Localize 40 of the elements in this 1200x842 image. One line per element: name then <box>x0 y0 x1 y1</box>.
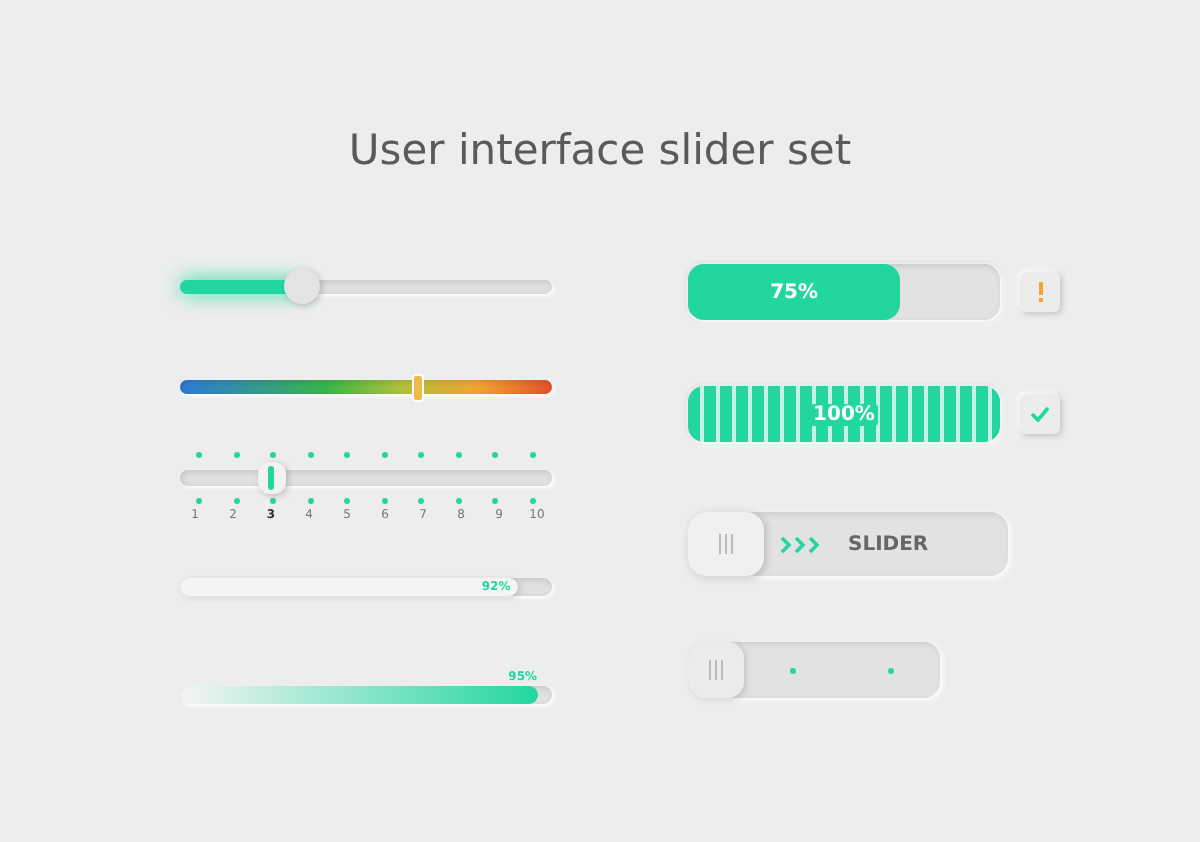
tick-dot <box>233 497 240 503</box>
slider-thumb[interactable] <box>412 373 425 401</box>
slider-label: SLIDER <box>848 533 929 555</box>
tick-dot <box>455 497 462 503</box>
tick-dot <box>307 451 314 457</box>
tick-dot <box>492 497 499 503</box>
step-slider[interactable] <box>180 461 552 493</box>
tick-dot <box>529 451 536 457</box>
tick-dot <box>455 451 462 457</box>
page-title: User interface slider set <box>348 124 852 176</box>
slider[interactable] <box>180 266 552 306</box>
tick-dot <box>381 497 388 503</box>
swipe-slider[interactable]: SLIDER <box>688 512 1008 576</box>
segmented-slider[interactable] <box>688 642 940 698</box>
tick-dot <box>196 497 202 503</box>
tick-dot <box>344 497 351 503</box>
tick-dot <box>381 451 388 457</box>
tick-dot <box>307 497 314 503</box>
tick-dot <box>270 497 277 503</box>
grip-icon <box>718 534 734 554</box>
tick-dot <box>270 451 277 457</box>
tick-dot <box>196 451 202 457</box>
check-button[interactable] <box>1020 394 1060 434</box>
tick-dot <box>492 451 499 457</box>
tick-dot <box>418 451 425 457</box>
tick-dot <box>233 451 240 457</box>
check-icon <box>1030 406 1050 422</box>
chevrons-icon <box>780 535 824 553</box>
tick-dot <box>790 667 796 673</box>
slider-thumb[interactable] <box>284 268 321 304</box>
slider-thumb[interactable] <box>257 461 285 493</box>
gradient-slider[interactable] <box>180 370 552 402</box>
warning-icon <box>1037 282 1043 302</box>
tick-dot <box>529 497 536 503</box>
grip-icon <box>708 660 724 680</box>
tick-dot <box>418 497 425 503</box>
tick-dot <box>344 451 351 457</box>
warning-button[interactable] <box>1020 272 1060 312</box>
tick-dot <box>888 667 894 673</box>
slider-thumb[interactable] <box>688 512 764 576</box>
